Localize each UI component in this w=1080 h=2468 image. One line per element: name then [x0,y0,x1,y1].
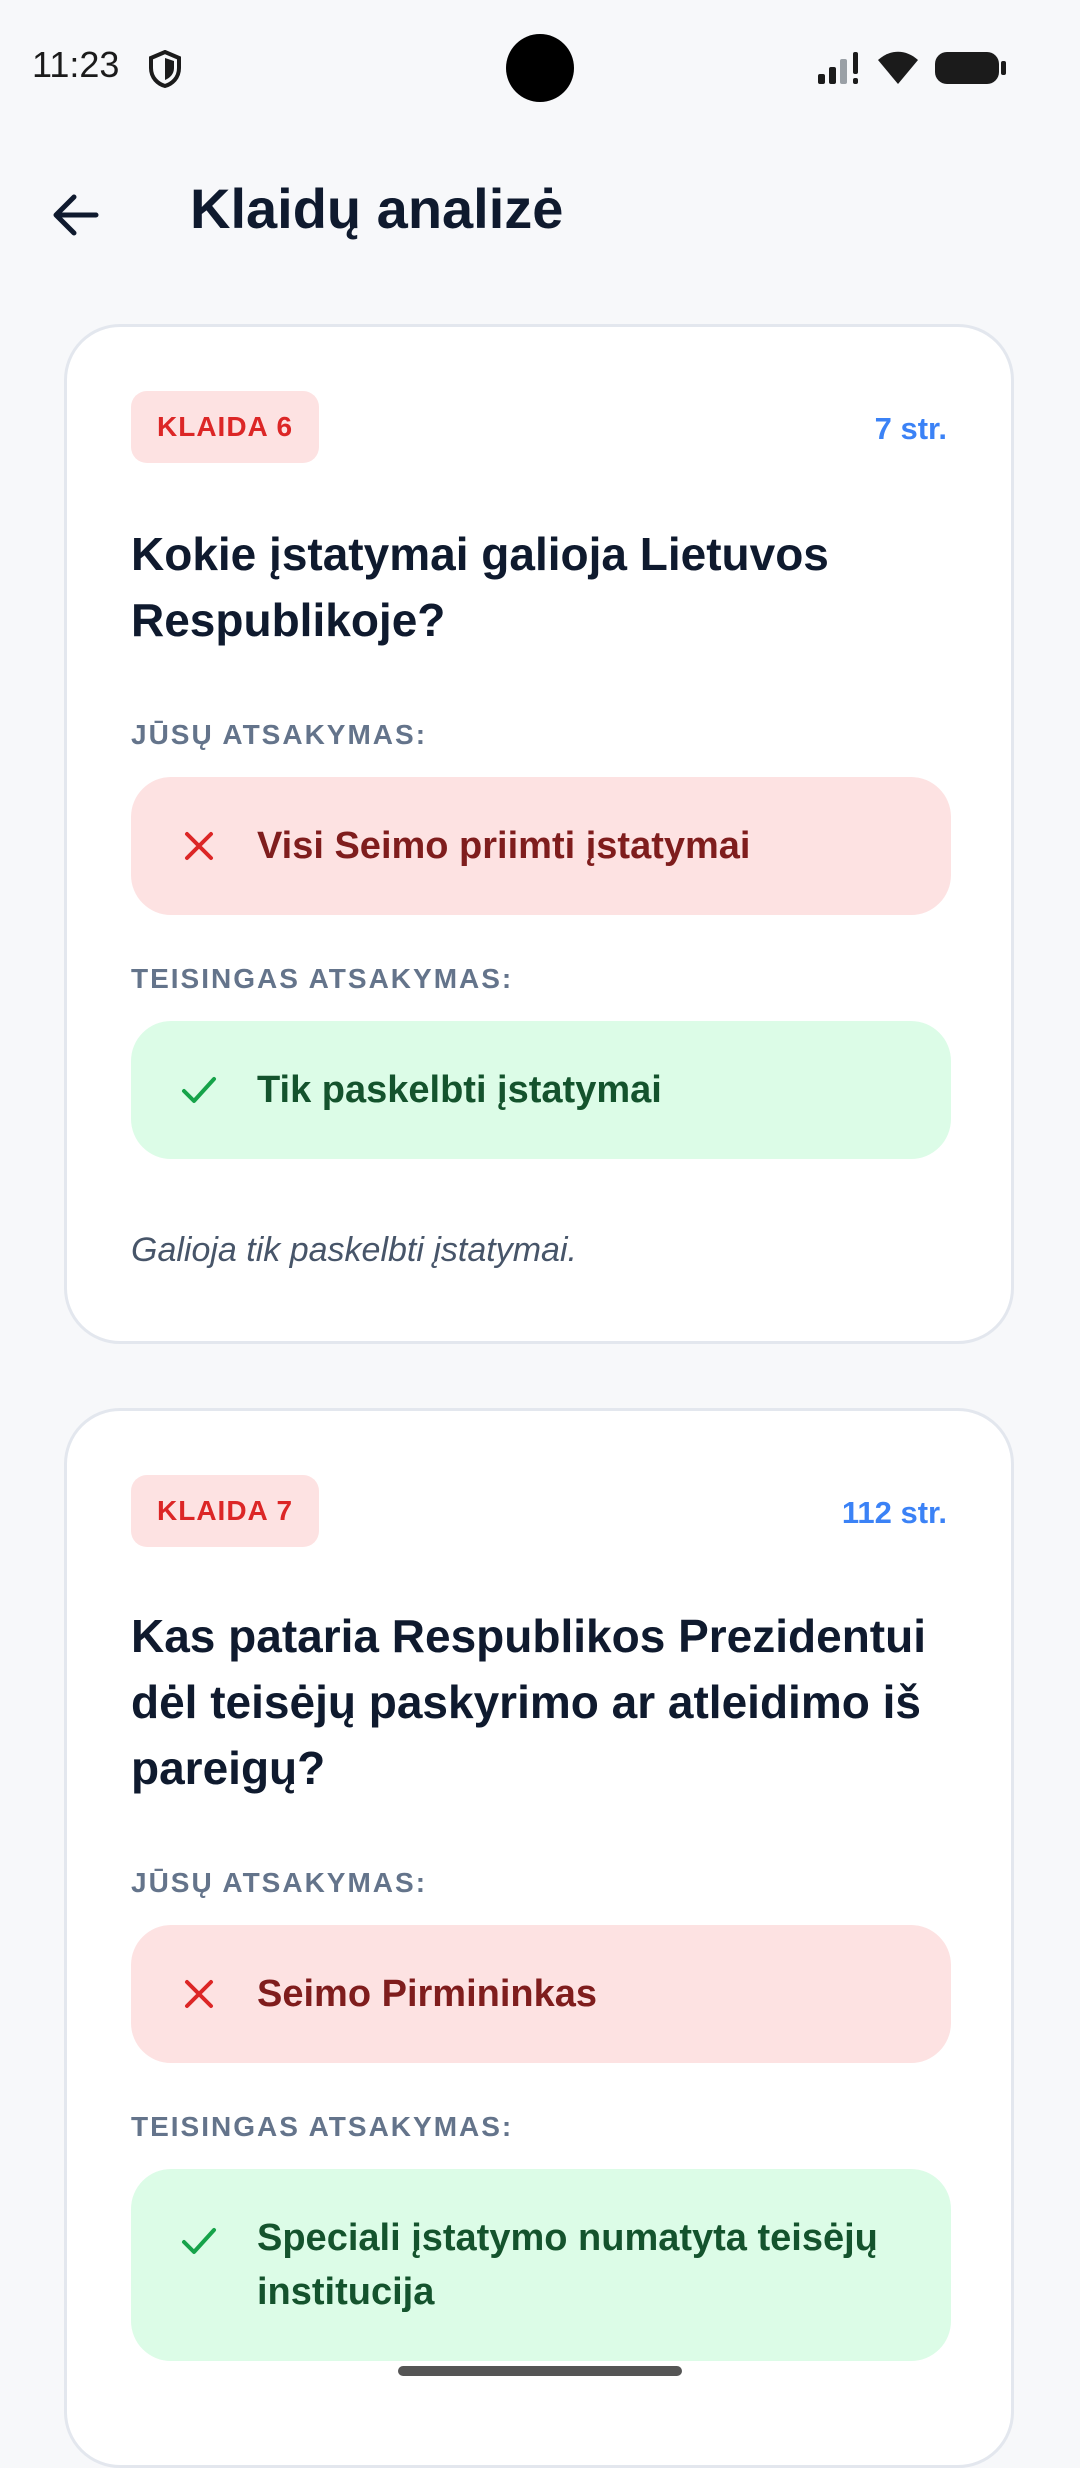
check-icon [182,1077,216,1103]
your-answer-box: Seimo Pirmininkas [131,1925,951,2063]
your-answer-text: Visi Seimo priimti įstatymai [257,825,751,867]
your-answer-box: Visi Seimo priimti įstatymai [131,777,951,915]
your-answer-label: JŪSŲ ATSAKYMAS: [131,1867,428,1898]
status-bar: 11:23 [0,0,1080,134]
status-time: 11:23 [32,44,120,85]
page-title: Klaidų analizė [190,177,564,240]
mistake-card: KLAIDA 7 112 str. Kas pataria Respubliko… [64,1408,1014,2468]
camera-cutout [506,34,574,102]
home-indicator[interactable] [398,2366,682,2376]
question-text: Kas pataria Respublikos Prezidentui dėl … [131,1610,927,1794]
mistake-badge: KLAIDA 7 [131,1475,320,1547]
correct-answer-label: TEISINGAS ATSAKYMAS: [131,2111,514,2142]
back-arrow-icon[interactable] [40,180,110,250]
wifi-icon [878,51,918,84]
your-answer-label: JŪSŲ ATSAKYMAS: [131,719,428,750]
status-icons [816,48,1008,88]
cross-icon [185,1980,213,2008]
article-reference[interactable]: 7 str. [875,411,947,447]
check-icon [182,2228,216,2254]
mistake-card: KLAIDA 6 7 str. Kokie įstatymai galioja … [64,324,1014,1344]
signal-icon [818,52,858,84]
your-answer-text: Seimo Pirmininkas [257,1973,598,2015]
correct-answer-box: Speciali įstatymo numatyta teisėjų insti… [131,2169,951,2361]
explanation-text: Galioja tik paskelbti įstatymai. [131,1231,577,1269]
app-bar: Klaidų analizė [0,150,1080,270]
correct-answer-text: Tik paskelbti įstatymai [257,1069,662,1111]
correct-answer-text: Speciali įstatymo numatyta teisėjų insti… [257,2217,878,2313]
article-reference[interactable]: 112 str. [842,1495,947,1531]
battery-icon [935,52,1006,84]
cross-icon [185,832,213,860]
correct-answer-label: TEISINGAS ATSAKYMAS: [131,963,514,994]
shield-icon [149,50,181,88]
question-text: Kokie įstatymai galioja Lietuvos Respubl… [131,528,829,646]
mistake-badge: KLAIDA 6 [131,391,320,463]
correct-answer-box: Tik paskelbti įstatymai [131,1021,951,1159]
